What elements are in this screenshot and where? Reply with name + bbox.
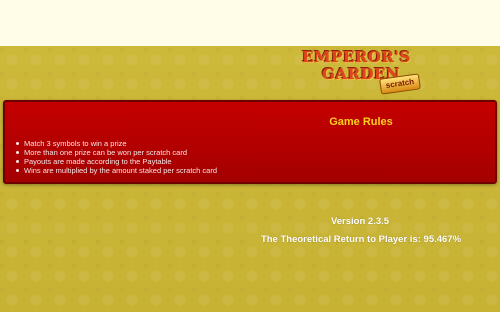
logo-line1: EMPEROR'S	[302, 48, 411, 66]
rules-title: Game Rules	[329, 116, 393, 128]
rules-item: Payouts are made according to the Paytab…	[16, 157, 217, 166]
rtp-text: The Theoretical Return to Player is: 95.…	[260, 234, 462, 245]
rules-item: Wins are multiplied by the amount staked…	[16, 166, 217, 175]
version-text: Version 2.3.5	[330, 216, 390, 227]
game-logo: EMPEROR'S GARDEN scratch	[298, 48, 421, 95]
rules-list: Match 3 symbols to win a prize More than…	[16, 139, 217, 175]
rules-item: More than one prize can be won per scrat…	[16, 148, 217, 157]
rules-item: Match 3 symbols to win a prize	[16, 139, 217, 148]
top-band	[0, 0, 500, 46]
